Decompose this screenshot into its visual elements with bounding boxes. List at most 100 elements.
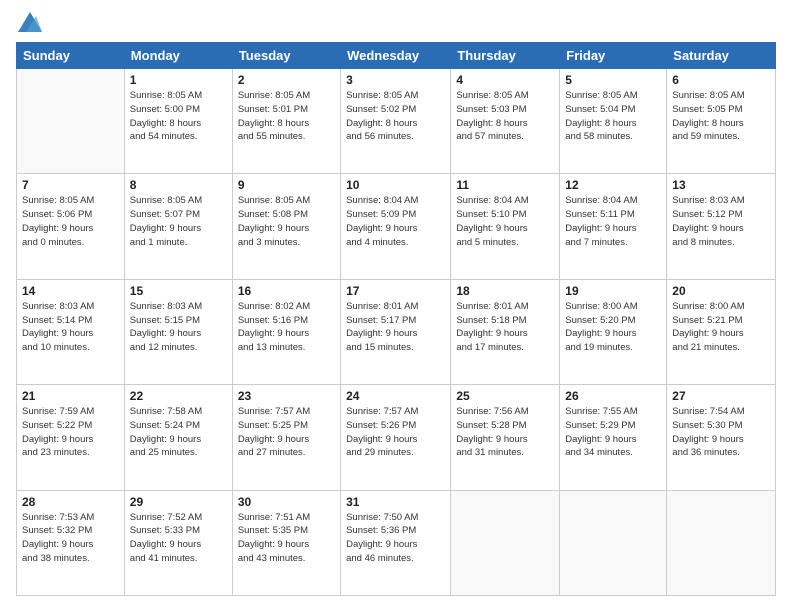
col-saturday: Saturday (667, 43, 776, 69)
day-cell: 7Sunrise: 8:05 AM Sunset: 5:06 PM Daylig… (17, 174, 125, 279)
day-info: Sunrise: 8:00 AM Sunset: 5:21 PM Dayligh… (672, 300, 770, 355)
day-number: 23 (238, 389, 335, 403)
col-tuesday: Tuesday (232, 43, 340, 69)
day-cell: 13 Sunrise: 8:03 AM Sunset: 5:12 PM Dayli… (667, 174, 776, 279)
day-cell: 4 Sunrise: 8:05 AM Sunset: 5:03 PM Daylig… (451, 69, 560, 174)
day-info: Sunrise: 8:03 AM Sunset: 5:14 PM Dayligh… (22, 300, 119, 355)
col-monday: Monday (124, 43, 232, 69)
day-number: 27 (672, 389, 770, 403)
day-cell: 2 Sunrise: 8:05 AM Sunset: 5:01 PM Daylig… (232, 69, 340, 174)
logo-icon (18, 12, 42, 32)
day-number: 17 (346, 284, 445, 298)
day-cell: 12 Sunrise: 8:04 AM Sunset: 5:11 PM Dayli… (560, 174, 667, 279)
day-cell (667, 490, 776, 595)
page: Sunday Monday Tuesday Wednesday Thursday… (0, 0, 792, 612)
calendar-table: Sunday Monday Tuesday Wednesday Thursday… (16, 42, 776, 596)
day-cell: 30 Sunrise: 7:51 AM Sunset: 5:35 PM Dayli… (232, 490, 340, 595)
day-cell: 5 Sunrise: 8:05 AM Sunset: 5:04 PM Daylig… (560, 69, 667, 174)
col-thursday: Thursday (451, 43, 560, 69)
day-number: 22 (130, 389, 227, 403)
day-info: Sunrise: 7:56 AM Sunset: 5:28 PM Dayligh… (456, 405, 554, 460)
day-cell: 24 Sunrise: 7:57 AM Sunset: 5:26 PM Dayli… (341, 385, 451, 490)
day-number: 7 (22, 178, 119, 192)
col-sunday: Sunday (17, 43, 125, 69)
day-number: 21 (22, 389, 119, 403)
day-number: 14 (22, 284, 119, 298)
day-info: Sunrise: 8:00 AM Sunset: 5:20 PM Dayligh… (565, 300, 661, 355)
day-cell: 14 Sunrise: 8:03 AM Sunset: 5:14 PM Dayli… (17, 279, 125, 384)
day-cell: 22Sunrise: 7:58 AM Sunset: 5:24 PM Dayli… (124, 385, 232, 490)
header (16, 16, 776, 32)
day-number: 29 (130, 495, 227, 509)
day-cell: 28 Sunrise: 7:53 AM Sunset: 5:32 PM Dayli… (17, 490, 125, 595)
day-cell: 19 Sunrise: 8:00 AM Sunset: 5:20 PM Dayli… (560, 279, 667, 384)
day-number: 8 (130, 178, 227, 192)
day-info: Sunrise: 8:03 AM Sunset: 5:12 PM Dayligh… (672, 194, 770, 249)
week-row-5: 28 Sunrise: 7:53 AM Sunset: 5:32 PM Dayli… (17, 490, 776, 595)
day-cell: 27 Sunrise: 7:54 AM Sunset: 5:30 PM Dayli… (667, 385, 776, 490)
week-row-4: 21 Sunrise: 7:59 AM Sunset: 5:22 PM Dayli… (17, 385, 776, 490)
day-info: Sunrise: 7:55 AM Sunset: 5:29 PM Dayligh… (565, 405, 661, 460)
day-cell: 16Sunrise: 8:02 AM Sunset: 5:16 PM Dayli… (232, 279, 340, 384)
day-info: Sunrise: 8:01 AM Sunset: 5:18 PM Dayligh… (456, 300, 554, 355)
day-number: 18 (456, 284, 554, 298)
day-info: Sunrise: 8:05 AM Sunset: 5:00 PM Dayligh… (130, 89, 227, 144)
logo (16, 16, 42, 32)
day-info: Sunrise: 7:51 AM Sunset: 5:35 PM Dayligh… (238, 511, 335, 566)
day-number: 13 (672, 178, 770, 192)
day-number: 11 (456, 178, 554, 192)
week-row-2: 7Sunrise: 8:05 AM Sunset: 5:06 PM Daylig… (17, 174, 776, 279)
day-cell: 20 Sunrise: 8:00 AM Sunset: 5:21 PM Dayli… (667, 279, 776, 384)
calendar-header-row: Sunday Monday Tuesday Wednesday Thursday… (17, 43, 776, 69)
day-cell: 8 Sunrise: 8:05 AM Sunset: 5:07 PM Daylig… (124, 174, 232, 279)
day-number: 5 (565, 73, 661, 87)
day-info: Sunrise: 7:59 AM Sunset: 5:22 PM Dayligh… (22, 405, 119, 460)
day-number: 30 (238, 495, 335, 509)
day-cell: 18 Sunrise: 8:01 AM Sunset: 5:18 PM Dayli… (451, 279, 560, 384)
day-info: Sunrise: 7:50 AM Sunset: 5:36 PM Dayligh… (346, 511, 445, 566)
day-info: Sunrise: 7:53 AM Sunset: 5:32 PM Dayligh… (22, 511, 119, 566)
day-info: Sunrise: 7:57 AM Sunset: 5:26 PM Dayligh… (346, 405, 445, 460)
day-info: Sunrise: 8:04 AM Sunset: 5:11 PM Dayligh… (565, 194, 661, 249)
day-number: 12 (565, 178, 661, 192)
week-row-1: 1Sunrise: 8:05 AM Sunset: 5:00 PM Daylig… (17, 69, 776, 174)
day-number: 19 (565, 284, 661, 298)
day-cell: 21 Sunrise: 7:59 AM Sunset: 5:22 PM Dayli… (17, 385, 125, 490)
day-info: Sunrise: 8:05 AM Sunset: 5:01 PM Dayligh… (238, 89, 335, 144)
day-cell: 15 Sunrise: 8:03 AM Sunset: 5:15 PM Dayli… (124, 279, 232, 384)
day-info: Sunrise: 8:05 AM Sunset: 5:04 PM Dayligh… (565, 89, 661, 144)
day-cell: 29 Sunrise: 7:52 AM Sunset: 5:33 PM Dayli… (124, 490, 232, 595)
day-number: 15 (130, 284, 227, 298)
day-info: Sunrise: 7:54 AM Sunset: 5:30 PM Dayligh… (672, 405, 770, 460)
day-number: 31 (346, 495, 445, 509)
day-cell: 1Sunrise: 8:05 AM Sunset: 5:00 PM Daylig… (124, 69, 232, 174)
day-info: Sunrise: 8:03 AM Sunset: 5:15 PM Dayligh… (130, 300, 227, 355)
day-info: Sunrise: 8:01 AM Sunset: 5:17 PM Dayligh… (346, 300, 445, 355)
week-row-3: 14 Sunrise: 8:03 AM Sunset: 5:14 PM Dayli… (17, 279, 776, 384)
day-info: Sunrise: 8:05 AM Sunset: 5:03 PM Dayligh… (456, 89, 554, 144)
day-cell: 9Sunrise: 8:05 AM Sunset: 5:08 PM Daylig… (232, 174, 340, 279)
day-cell (451, 490, 560, 595)
day-info: Sunrise: 7:52 AM Sunset: 5:33 PM Dayligh… (130, 511, 227, 566)
day-number: 28 (22, 495, 119, 509)
day-cell (17, 69, 125, 174)
day-number: 2 (238, 73, 335, 87)
day-number: 6 (672, 73, 770, 87)
day-number: 24 (346, 389, 445, 403)
day-cell (560, 490, 667, 595)
day-info: Sunrise: 8:05 AM Sunset: 5:07 PM Dayligh… (130, 194, 227, 249)
day-number: 16 (238, 284, 335, 298)
day-info: Sunrise: 8:04 AM Sunset: 5:10 PM Dayligh… (456, 194, 554, 249)
day-cell: 10 Sunrise: 8:04 AM Sunset: 5:09 PM Dayli… (341, 174, 451, 279)
day-info: Sunrise: 8:05 AM Sunset: 5:08 PM Dayligh… (238, 194, 335, 249)
day-number: 25 (456, 389, 554, 403)
day-number: 20 (672, 284, 770, 298)
day-info: Sunrise: 7:57 AM Sunset: 5:25 PM Dayligh… (238, 405, 335, 460)
day-number: 4 (456, 73, 554, 87)
day-number: 3 (346, 73, 445, 87)
day-info: Sunrise: 8:04 AM Sunset: 5:09 PM Dayligh… (346, 194, 445, 249)
day-cell: 31 Sunrise: 7:50 AM Sunset: 5:36 PM Dayli… (341, 490, 451, 595)
day-info: Sunrise: 8:05 AM Sunset: 5:02 PM Dayligh… (346, 89, 445, 144)
day-cell: 6Sunrise: 8:05 AM Sunset: 5:05 PM Daylig… (667, 69, 776, 174)
day-number: 10 (346, 178, 445, 192)
